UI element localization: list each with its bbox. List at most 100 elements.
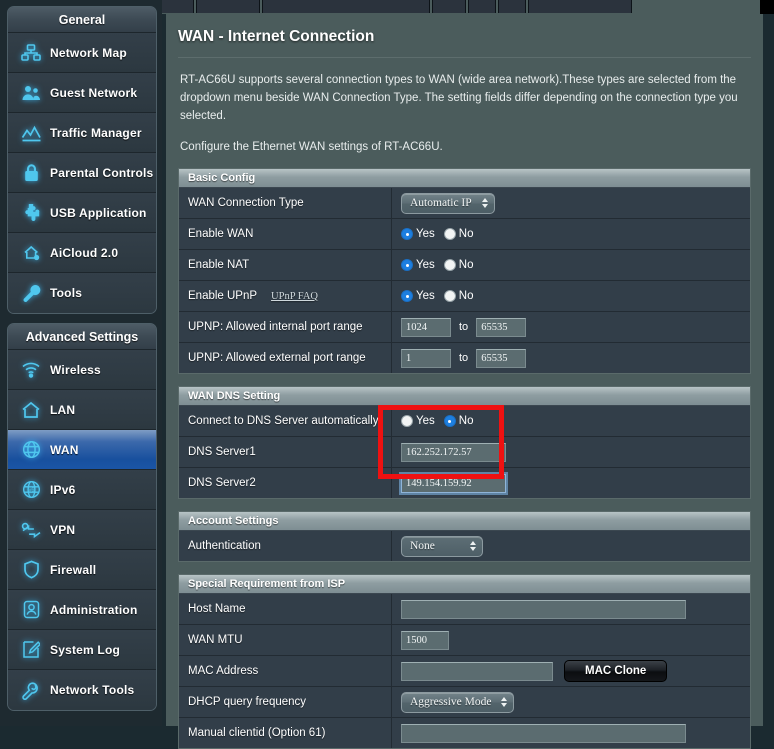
page-description-line-2: Configure the Ethernet WAN settings of R…	[180, 138, 749, 156]
sidebar-item-ipv6[interactable]: v6 IPv6	[8, 470, 156, 510]
tab-segment[interactable]	[432, 0, 466, 13]
enable-upnp-radio-yes[interactable]: Yes	[401, 290, 435, 302]
row-label: Enable NAT	[179, 250, 392, 280]
sidebar-group-header-general: General	[8, 7, 156, 33]
sidebar-item-tools[interactable]: Tools	[8, 273, 156, 313]
upnp-faq-link[interactable]: UPnP FAQ	[271, 291, 318, 302]
host-name-input[interactable]	[401, 600, 686, 619]
traffic-manager-icon	[16, 120, 46, 146]
row-label: WAN MTU	[179, 625, 392, 655]
main-content: WAN - Internet Connection RT-AC66U suppo…	[166, 14, 763, 726]
to-label: to	[459, 352, 468, 364]
panel-account-settings: Account Settings Authentication None	[178, 511, 751, 562]
sidebar-item-parental-controls[interactable]: Parental Controls	[8, 153, 156, 193]
authentication-select[interactable]: None	[401, 536, 483, 557]
network-map-icon	[16, 40, 46, 66]
upnp-internal-port-to-input[interactable]	[476, 318, 526, 337]
sidebar-item-lan[interactable]: LAN	[8, 390, 156, 430]
mac-clone-button[interactable]: MAC Clone	[564, 660, 667, 682]
sidebar-item-vpn[interactable]: VPN	[8, 510, 156, 550]
row-value: to	[392, 312, 750, 342]
wan-mtu-input[interactable]	[401, 631, 449, 650]
enable-wan-radio-group: Yes No	[401, 228, 473, 240]
sidebar-item-label: AiCloud 2.0	[46, 246, 118, 260]
radio-dot-icon	[401, 228, 413, 240]
auto-dns-radio-yes[interactable]: Yes	[401, 415, 435, 427]
svg-text:v6: v6	[28, 488, 34, 494]
upnp-external-port-from-input[interactable]	[401, 349, 451, 368]
row-value: Automatic IP	[392, 188, 750, 218]
shield-icon	[16, 557, 46, 583]
guest-network-icon	[16, 80, 46, 106]
sidebar-item-traffic-manager[interactable]: Traffic Manager	[8, 113, 156, 153]
radio-label: Yes	[416, 228, 435, 240]
row-enable-upnp: Enable UPnP UPnP FAQ Yes No	[179, 281, 750, 312]
row-enable-wan: Enable WAN Yes No	[179, 219, 750, 250]
sidebar-item-network-map[interactable]: Network Map	[8, 33, 156, 73]
tab-segment[interactable]	[262, 0, 430, 13]
row-label: Enable UPnP UPnP FAQ	[179, 281, 392, 311]
row-label: Authentication	[179, 531, 392, 561]
row-label: DNS Server1	[179, 437, 392, 467]
row-label: UPNP: Allowed external port range	[179, 343, 392, 373]
tab-segment[interactable]	[498, 0, 526, 13]
enable-upnp-radio-no[interactable]: No	[444, 290, 474, 302]
dhcp-query-frequency-select[interactable]: Aggressive Mode	[401, 692, 514, 713]
mac-address-input[interactable]	[401, 662, 553, 681]
sidebar-item-label: Network Map	[46, 46, 127, 60]
sidebar-item-wireless[interactable]: Wireless	[8, 350, 156, 390]
globe-icon	[16, 437, 46, 463]
sidebar-item-usb-application[interactable]: USB Application	[8, 193, 156, 233]
row-label: Enable WAN	[179, 219, 392, 249]
tab-segment[interactable]	[468, 0, 496, 13]
enable-wan-radio-yes[interactable]: Yes	[401, 228, 435, 240]
row-value: to	[392, 343, 750, 373]
sidebar: General Network Map Guest Network Traffi…	[0, 0, 162, 726]
enable-nat-radio-yes[interactable]: Yes	[401, 259, 435, 271]
page-title: WAN - Internet Connection	[178, 28, 751, 58]
sidebar-item-label: Wireless	[46, 363, 101, 377]
row-label: DNS Server2	[179, 468, 392, 498]
tab-segment[interactable]	[528, 0, 632, 13]
upnp-internal-port-from-input[interactable]	[401, 318, 451, 337]
manual-clientid-input[interactable]	[401, 724, 686, 743]
row-label: UPNP: Allowed internal port range	[179, 312, 392, 342]
sidebar-item-wan[interactable]: WAN	[8, 430, 156, 470]
select-value: None	[410, 540, 435, 552]
upnp-external-port-to-input[interactable]	[476, 349, 526, 368]
auto-dns-radio-no[interactable]: No	[444, 415, 474, 427]
row-value: Aggressive Mode	[392, 687, 750, 717]
tab-segment[interactable]	[196, 0, 260, 13]
row-wan-connection-type: WAN Connection Type Automatic IP	[179, 188, 750, 219]
panel-isp-requirements: Special Requirement from ISP Host Name W…	[178, 574, 751, 749]
row-manual-clientid: Manual clientid (Option 61)	[179, 718, 750, 749]
sidebar-item-system-log[interactable]: System Log	[8, 630, 156, 670]
sidebar-item-label: Firewall	[46, 563, 96, 577]
enable-wan-radio-no[interactable]: No	[444, 228, 474, 240]
row-value: Yes No	[392, 250, 750, 280]
row-dns-server-2: DNS Server2	[179, 468, 750, 499]
cloud-house-icon	[16, 240, 46, 266]
sidebar-item-firewall[interactable]: Firewall	[8, 550, 156, 590]
row-authentication: Authentication None	[179, 531, 750, 562]
wan-connection-type-select[interactable]: Automatic IP	[401, 193, 495, 214]
radio-label: Yes	[416, 290, 435, 302]
wifi-icon	[16, 357, 46, 383]
radio-dot-icon	[401, 415, 413, 427]
enable-nat-radio-no[interactable]: No	[444, 259, 474, 271]
sidebar-item-guest-network[interactable]: Guest Network	[8, 73, 156, 113]
sidebar-item-aicloud[interactable]: AiCloud 2.0	[8, 233, 156, 273]
radio-label: Yes	[416, 259, 435, 271]
dns-server-2-input[interactable]	[401, 474, 506, 493]
sidebar-item-network-tools[interactable]: Network Tools	[8, 670, 156, 710]
dns-server-1-input[interactable]	[401, 443, 506, 462]
sidebar-item-administration[interactable]: Administration	[8, 590, 156, 630]
radio-label: No	[459, 259, 474, 271]
wrench-icon	[16, 280, 46, 306]
row-wan-mtu: WAN MTU	[179, 625, 750, 656]
window-corner	[760, 0, 774, 14]
sidebar-item-label: VPN	[46, 523, 75, 537]
chevron-updown-icon	[470, 541, 476, 551]
sidebar-item-label: Network Tools	[46, 683, 134, 697]
radio-dot-icon	[444, 228, 456, 240]
